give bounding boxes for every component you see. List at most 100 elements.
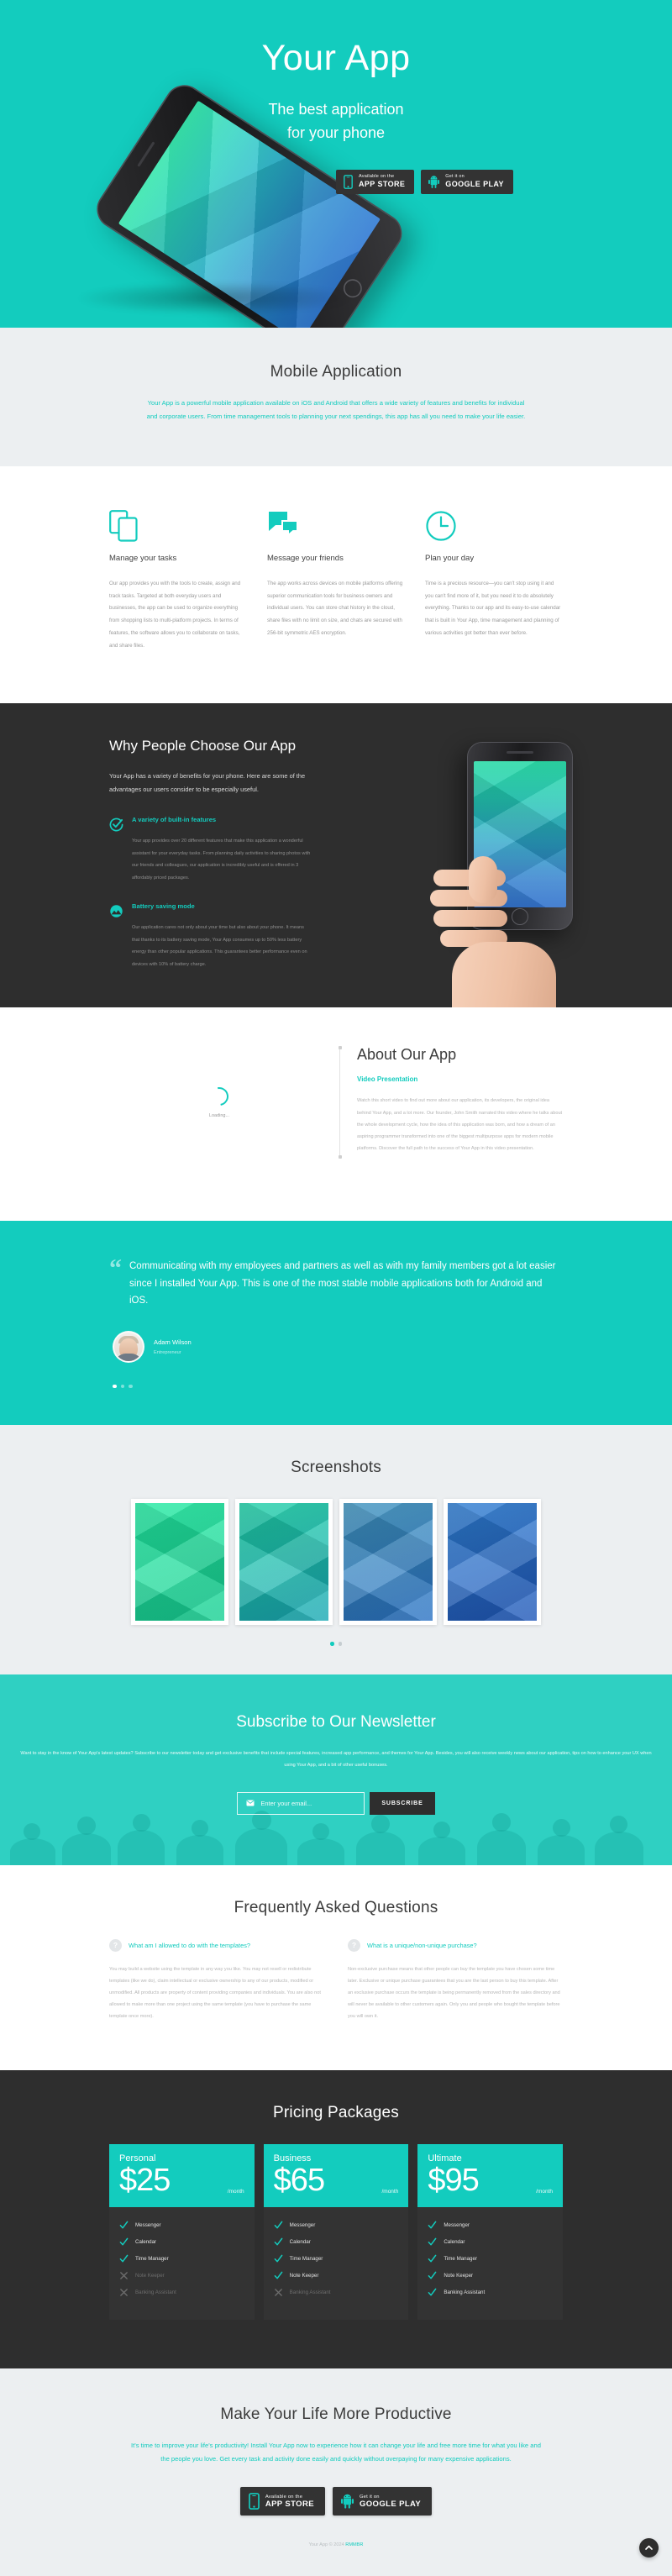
pricing-card-personal[interactable]: Personal $25 /month Messenger Calendar T…: [109, 2143, 255, 2320]
android-robot-icon: [428, 176, 440, 188]
cta-app-store-badge-small: Available on the: [265, 2494, 303, 2500]
crowd-background-image: [0, 1810, 672, 1865]
check-icon: [119, 2221, 129, 2229]
check-icon: [428, 2271, 437, 2279]
cta-app-store-badge[interactable]: Available on the APP STORE: [239, 2487, 325, 2516]
feature-text: Our app provides you with the tools to c…: [109, 580, 241, 649]
feature-text: The app works across devices on mobile p…: [267, 580, 403, 637]
pricing-feature-row: Messenger: [119, 2217, 244, 2234]
newsletter-email-input[interactable]: [260, 1799, 356, 1807]
testimonial-author-role: Entrepreneur: [154, 1349, 181, 1355]
cross-icon: [120, 2289, 128, 2297]
screenshot-item[interactable]: [444, 1499, 541, 1626]
newsletter-subscribe-button[interactable]: SUBSCRIBE: [370, 1791, 435, 1815]
about-divider: [338, 1046, 342, 1159]
hero-section: Your App The best application for your p…: [0, 0, 672, 328]
check-icon: [428, 2254, 437, 2263]
testimonial-dot-1[interactable]: [113, 1384, 117, 1389]
pricing-plan-name: Business: [273, 2153, 312, 2163]
check-icon: [119, 2254, 129, 2263]
hero-phone-shadow: [76, 281, 353, 315]
question-mark-icon: ?: [348, 1938, 360, 1952]
apple-phone-icon: [248, 2493, 260, 2510]
copyright-link[interactable]: RMMBR: [345, 2542, 363, 2547]
faq-question-row[interactable]: ? What am I allowed to do with the templ…: [109, 1938, 324, 1952]
check-icon: [428, 2237, 437, 2246]
feature-card: Manage your tasks Our app provides you w…: [109, 509, 247, 653]
check-circle-icon: [109, 817, 123, 884]
chevron-up-icon: [645, 2545, 653, 2550]
chat-bubbles-icon: [267, 510, 405, 549]
mobile-application-lead: Your App is a powerful mobile applicatio…: [146, 399, 526, 421]
google-play-badge[interactable]: Get it on GOOGLE PLAY: [421, 170, 513, 194]
pricing-plan-price: $65: [273, 2162, 325, 2198]
faq-question: What is a unique/non-unique purchase?: [367, 1941, 477, 1949]
pricing-feature-label: Note Keeper: [135, 2273, 165, 2279]
pricing-feature-row: Time Manager: [274, 2251, 399, 2268]
app-store-badge-big: APP STORE: [359, 180, 406, 189]
app-store-badge[interactable]: Available on the APP STORE: [336, 170, 415, 194]
screenshots-dot-2[interactable]: [338, 1642, 342, 1646]
check-icon: [274, 2221, 283, 2229]
pricing-feature-row: Calendar: [274, 2234, 399, 2251]
screenshots-dot-1[interactable]: [330, 1642, 334, 1646]
copyright: Your App © 2024 RMMBR: [109, 2542, 563, 2559]
google-play-badge-big: GOOGLE PLAY: [445, 180, 504, 189]
screenshot-item[interactable]: [235, 1499, 333, 1626]
faq-answer: You may build a website using the templa…: [109, 1966, 321, 2019]
testimonial-quote: Communicating with my employees and part…: [129, 1261, 556, 1306]
testimonial-section: “ Communicating with my employees and pa…: [0, 1221, 672, 1426]
phone-speaker: [137, 141, 155, 167]
why-benefit-item: Battery saving mode Our application care…: [109, 902, 312, 970]
pricing-section: Pricing Packages Personal $25 /month Mes…: [0, 2069, 672, 2368]
cta-google-play-badge-big: GOOGLE PLAY: [359, 2499, 422, 2509]
mobile-application-title: Mobile Application: [270, 363, 402, 381]
screenshot-item[interactable]: [339, 1499, 437, 1626]
pricing-card-business[interactable]: Business $65 /month Messenger Calendar T…: [263, 2143, 409, 2320]
pricing-plan-price: $25: [119, 2162, 171, 2198]
testimonial-dot-3[interactable]: [129, 1384, 133, 1389]
faq-question-row[interactable]: ? What is a unique/non-unique purchase?: [348, 1938, 563, 1952]
why-benefit-title: Battery saving mode: [132, 902, 195, 911]
hero-store-badges: Available on the APP STORE Get it on GOO…: [336, 170, 513, 194]
loading-label: Loading...: [208, 1112, 230, 1118]
check-icon: [274, 2254, 283, 2263]
back-to-top-button[interactable]: [639, 2538, 659, 2558]
cross-icon: [274, 2289, 282, 2297]
pricing-feature-label: Banking Assistant: [135, 2289, 176, 2296]
pricing-feature-row: Banking Assistant: [428, 2284, 553, 2301]
check-icon: [274, 2237, 283, 2246]
video-player-placeholder[interactable]: Loading...: [109, 1044, 329, 1160]
mobile-application-section: Mobile Application Your App is a powerfu…: [0, 328, 672, 466]
feature-card: Message your friends The app works acros…: [267, 510, 405, 653]
pricing-feature-label: Banking Assistant: [289, 2289, 331, 2296]
pricing-feature-label: Messenger: [289, 2222, 316, 2229]
pricing-feature-label: Time Manager: [444, 2256, 478, 2263]
why-benefit-item: A variety of built-in features Your app …: [109, 816, 312, 884]
hand-illustration: [428, 836, 588, 1008]
pricing-card-ultimate[interactable]: Ultimate $95 /month Messenger Calendar T…: [417, 2143, 564, 2320]
faq-item: ? What am I allowed to do with the templ…: [109, 1938, 324, 2023]
pricing-feature-label: Banking Assistant: [444, 2289, 486, 2296]
check-icon: [274, 2271, 283, 2279]
screenshots-title: Screenshots: [291, 1459, 381, 1477]
pricing-feature-row: Note Keeper: [274, 2268, 399, 2284]
screenshot-item[interactable]: [131, 1499, 228, 1626]
android-robot-icon: [340, 2494, 354, 2509]
hero-title: Your App: [261, 38, 411, 78]
testimonial-dot-2[interactable]: [120, 1384, 124, 1389]
newsletter-email-field[interactable]: [237, 1791, 365, 1815]
feature-card: Plan your day Time is a precious resourc…: [425, 510, 563, 653]
pricing-feature-row: Note Keeper: [428, 2268, 553, 2284]
faq-title: Frequently Asked Questions: [234, 1898, 438, 1916]
about-section: Loading... About Our App Video Presentat…: [0, 1007, 672, 1222]
pricing-feature-label: Note Keeper: [289, 2273, 319, 2279]
cta-text: It's time to improve your life's product…: [131, 2441, 541, 2463]
cta-google-play-badge[interactable]: Get it on GOOGLE PLAY: [332, 2487, 433, 2516]
testimonial-carousel-dots: [109, 1384, 563, 1389]
pricing-plan-name: Ultimate: [428, 2153, 462, 2163]
pricing-feature-row: Messenger: [428, 2217, 553, 2234]
cta-title: Make Your Life More Productive: [220, 2405, 452, 2423]
pricing-feature-label: Time Manager: [135, 2256, 169, 2263]
check-icon: [428, 2288, 437, 2296]
